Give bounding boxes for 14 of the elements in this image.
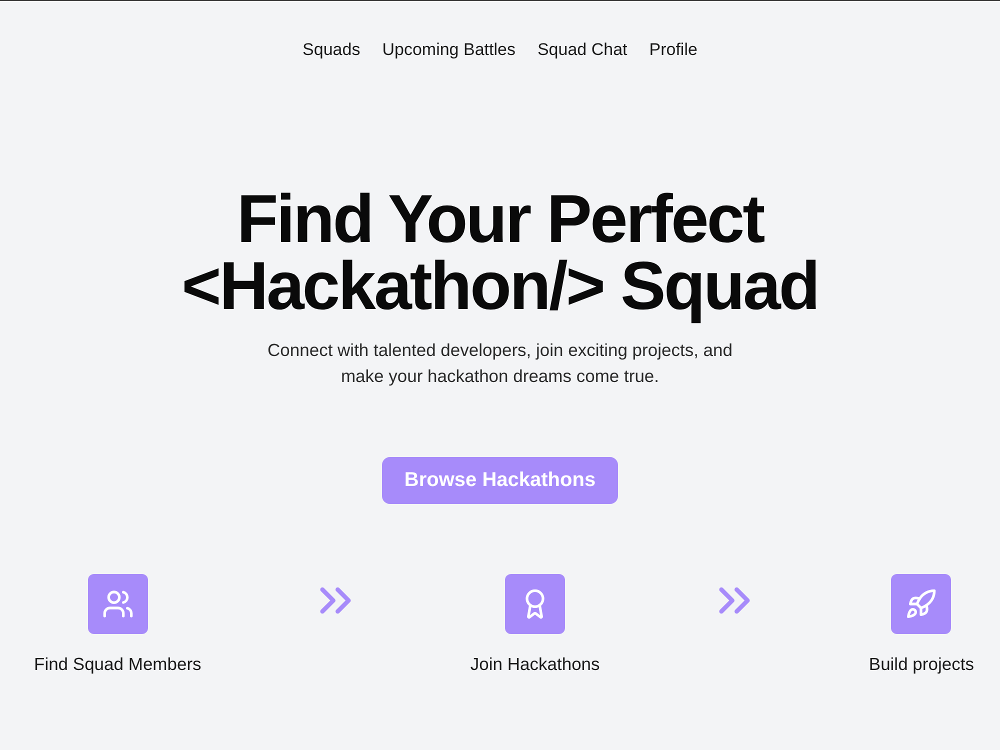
hero-subtitle: Connect with talented developers, join exciting projects, and make your hackathon dreams come true. bbox=[268, 339, 732, 388]
two-people-icon bbox=[88, 574, 148, 634]
step-label: Find Squad Members bbox=[34, 654, 202, 674]
double-chevron-icon bbox=[718, 586, 750, 614]
nav-link[interactable]: Upcoming Battles bbox=[382, 40, 516, 60]
rocket-icon bbox=[891, 574, 952, 634]
nav-link[interactable]: Squads bbox=[302, 40, 360, 60]
nav-link[interactable]: Profile bbox=[649, 40, 698, 60]
hero-title: Find Your Perfect <Hackathon/> Squad bbox=[180, 180, 820, 326]
step-label: Join Hackathons bbox=[470, 654, 600, 674]
step-label: Build projects bbox=[868, 654, 974, 674]
award-ribbon-icon bbox=[505, 574, 566, 634]
nav-link[interactable]: Squad Chat bbox=[537, 40, 628, 60]
double-chevron-icon bbox=[320, 586, 352, 614]
